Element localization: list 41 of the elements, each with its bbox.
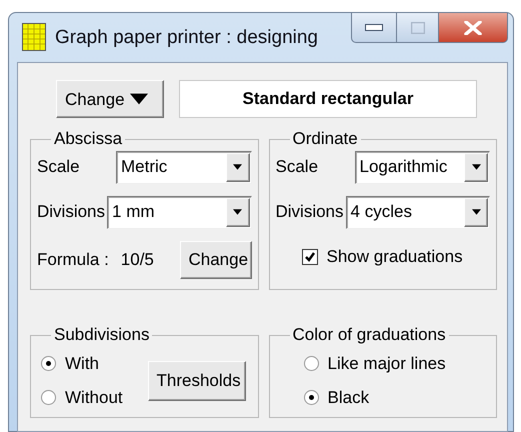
caret-icon (233, 209, 242, 216)
field-label: Scale (276, 156, 320, 178)
radio-label: Without (65, 386, 123, 409)
caret-icon (472, 164, 480, 170)
checkbox[interactable] (302, 249, 318, 266)
caret-icon (472, 209, 480, 216)
maximize-icon (410, 22, 424, 34)
radio-button[interactable] (304, 390, 318, 406)
formula-value: 10/5 (120, 248, 154, 271)
dropdown[interactable]: Logarithmic (354, 150, 490, 184)
group-title: Abscissa (53, 130, 124, 149)
maximize-button[interactable] (397, 13, 439, 43)
change-button[interactable]: Change (180, 240, 252, 279)
dropdown[interactable]: 4 cycles (346, 196, 490, 229)
dropdown[interactable]: 1 mm (107, 196, 252, 229)
field-label: Divisions (37, 201, 106, 224)
graph-paper-icon (22, 23, 46, 51)
close-icon (464, 20, 482, 34)
minimize-button[interactable] (351, 13, 397, 43)
group-title: Ordinate (292, 130, 359, 149)
radio-label: With (65, 352, 99, 375)
field-label: Divisions (276, 201, 344, 224)
checkbox-label: Show graduations (326, 246, 463, 268)
group-title: Subdivisions (53, 326, 150, 345)
formula-label: Formula : (37, 248, 109, 271)
dropdown[interactable]: Metric (116, 150, 252, 184)
radio-label: Black (328, 386, 370, 409)
caret-icon (130, 93, 148, 105)
thresholds-button[interactable]: Thresholds (148, 360, 246, 401)
group-title: Color of graduations (292, 326, 447, 345)
radio-button[interactable] (304, 356, 318, 372)
change-button[interactable]: Change (56, 80, 164, 118)
close-button[interactable] (439, 13, 508, 43)
field-label: Scale (37, 156, 81, 178)
radio-button[interactable] (41, 356, 56, 372)
minimize-icon (365, 24, 383, 32)
window-title: Graph paper printer : designing (55, 26, 318, 50)
radio-button[interactable] (41, 390, 56, 406)
caret-icon (233, 164, 242, 170)
template-name-field: Standard rectangular (179, 80, 477, 118)
radio-label: Like major lines (328, 352, 446, 375)
